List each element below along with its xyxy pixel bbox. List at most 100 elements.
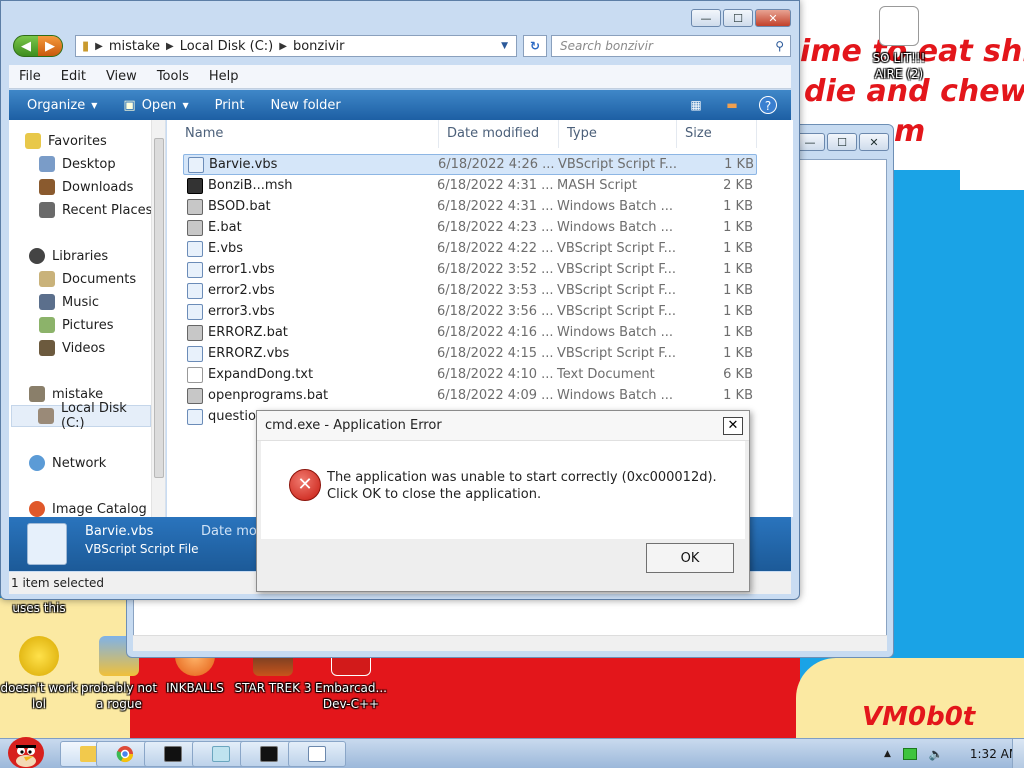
file-date: 6/18/2022 3:52 ... (437, 262, 554, 277)
print-button[interactable]: Print (215, 98, 245, 113)
menu-file[interactable]: File (19, 69, 41, 84)
file-date: 6/18/2022 3:56 ... (437, 304, 554, 319)
taskbar-window-button[interactable] (288, 741, 346, 767)
file-type: VBScript Script F... (557, 304, 677, 319)
file-row[interactable]: error3.vbs 6/18/2022 3:56 ... VBScript S… (183, 301, 757, 322)
file-type: VBScript Script F... (557, 346, 677, 361)
nav-videos[interactable]: Videos (39, 337, 165, 359)
downloads-icon (39, 179, 55, 195)
search-input[interactable] (560, 39, 760, 53)
file-size: 1 KB (723, 220, 753, 235)
file-row[interactable]: BonziB...msh 6/18/2022 4:31 ... MASH Scr… (183, 175, 757, 196)
chevron-right-icon[interactable]: ▶ (95, 41, 103, 52)
file-size: 1 KB (723, 388, 753, 403)
forward-arrow-icon[interactable]: ▶ (38, 36, 62, 56)
chevron-down-icon[interactable]: ▼ (501, 41, 508, 51)
column-name[interactable]: Name (167, 120, 439, 148)
file-row[interactable]: ExpandDong.txt 6/18/2022 4:10 ... Text D… (183, 364, 757, 385)
dialog-close-button[interactable]: ✕ (723, 417, 743, 435)
file-row[interactable]: E.vbs 6/18/2022 4:22 ... VBScript Script… (183, 238, 757, 259)
image-catalog-icon (29, 501, 45, 517)
minimize-button[interactable]: — (691, 9, 721, 27)
desktop-icon-so-lit[interactable]: SO LIT!!! AIRE (2) (860, 6, 938, 82)
nav-libraries[interactable]: Libraries (29, 245, 165, 267)
close-button[interactable]: ✕ (859, 133, 889, 151)
file-row[interactable]: BSOD.bat 6/18/2022 4:31 ... Windows Batc… (183, 196, 757, 217)
file-size: 1 KB (723, 241, 753, 256)
breadcrumb-item[interactable]: Local Disk (C:) (180, 39, 273, 54)
nav-downloads[interactable]: Downloads (39, 176, 165, 198)
navigation-scrollbar[interactable] (151, 120, 165, 517)
file-row[interactable]: ERRORZ.bat 6/18/2022 4:16 ... Windows Ba… (183, 322, 757, 343)
maximize-button[interactable]: ☐ (723, 9, 753, 27)
start-button[interactable] (4, 731, 48, 768)
nav-music[interactable]: Music (39, 291, 165, 313)
desktop-icon-label: probably not a rogue (80, 681, 158, 711)
file-type: VBScript Script F... (557, 262, 677, 277)
file-row[interactable]: error2.vbs 6/18/2022 3:53 ... VBScript S… (183, 280, 757, 301)
menu-tools[interactable]: Tools (157, 69, 189, 84)
pictures-icon (39, 317, 55, 333)
chevron-right-icon[interactable]: ▶ (166, 41, 174, 52)
desktop-icon-uses-this[interactable]: uses this (0, 600, 78, 616)
show-desktop-button[interactable] (1012, 739, 1024, 768)
taskbar: ▲ 🔈 1:32 AM (0, 737, 1024, 768)
back-arrow-icon[interactable]: ◀ (14, 36, 38, 56)
ok-button[interactable]: OK (646, 543, 734, 573)
refresh-button[interactable]: ↻ (523, 35, 547, 57)
change-view-icon[interactable]: ▦ (687, 96, 705, 114)
organize-button[interactable]: Organize ▼ (27, 98, 97, 113)
nav-label: Recent Places (62, 202, 153, 218)
nav-favorites[interactable]: Favorites (25, 130, 165, 152)
file-row[interactable]: Barvie.vbs 6/18/2022 4:26 ... VBScript S… (183, 154, 757, 175)
nav-desktop[interactable]: Desktop (39, 153, 165, 175)
file-row[interactable]: error1.vbs 6/18/2022 3:52 ... VBScript S… (183, 259, 757, 280)
desktop-icon-yahoo[interactable]: doesn't work lol (0, 636, 78, 712)
column-size[interactable]: Size (677, 120, 757, 148)
nav-local-disk[interactable]: Local Disk (C:) (11, 401, 151, 431)
chevron-right-icon[interactable]: ▶ (279, 41, 287, 52)
network-tray-icon[interactable] (902, 748, 917, 760)
vbs-file-large-icon (27, 523, 67, 565)
close-button[interactable]: ✕ (755, 9, 791, 27)
nav-recent-places[interactable]: Recent Places (39, 199, 165, 221)
application-error-dialog[interactable]: cmd.exe - Application Error ✕ ✕ The appl… (256, 410, 750, 592)
command-bar: Organize ▼ ▣ Open ▼ Print New folder ▦ ▬… (9, 90, 791, 120)
column-headers: Name Date modified Type Size (167, 120, 793, 148)
explorer-window-icon (308, 746, 326, 762)
preview-pane-icon[interactable]: ▬ (723, 96, 741, 114)
search-icon[interactable]: ⚲ (775, 39, 784, 53)
menu-help[interactable]: Help (209, 69, 239, 84)
vbs-file-icon (187, 261, 203, 278)
file-row[interactable]: E.bat 6/18/2022 4:23 ... Windows Batch .… (183, 217, 757, 238)
folder-icon: ▮ (82, 38, 90, 54)
file-row[interactable]: openprograms.bat 6/18/2022 4:09 ... Wind… (183, 385, 757, 406)
column-date-modified[interactable]: Date modified (439, 120, 559, 148)
file-name: error2.vbs (208, 283, 275, 298)
search-box[interactable]: ⚲ (551, 35, 791, 57)
new-folder-button[interactable]: New folder (271, 98, 341, 113)
desktop-icon-label: uses this (12, 601, 66, 615)
help-icon[interactable]: ? (759, 96, 777, 114)
horizontal-scrollbar[interactable] (133, 635, 887, 651)
column-type[interactable]: Type (559, 120, 677, 148)
file-date: 6/18/2022 4:23 ... (437, 220, 554, 235)
scrollbar-thumb[interactable] (154, 138, 164, 478)
file-row[interactable]: ERRORZ.vbs 6/18/2022 4:15 ... VBScript S… (183, 343, 757, 364)
nav-image-catalog[interactable]: Image Catalog (29, 498, 165, 517)
breadcrumb-item[interactable]: bonzivir (293, 39, 345, 54)
open-button[interactable]: ▣ Open ▼ (123, 98, 188, 113)
menu-edit[interactable]: Edit (61, 69, 86, 84)
volume-icon[interactable]: 🔈 (929, 747, 944, 761)
nav-network[interactable]: Network (29, 452, 165, 474)
show-hidden-icons-icon[interactable]: ▲ (884, 749, 891, 759)
nav-documents[interactable]: Documents (39, 268, 165, 290)
navigation-pane: Favorites Desktop Downloads Recent Place… (9, 120, 166, 517)
nav-pictures[interactable]: Pictures (39, 314, 165, 336)
address-bar[interactable]: ▮ ▶ mistake ▶ Local Disk (C:) ▶ bonzivir… (75, 35, 517, 57)
menu-view[interactable]: View (106, 69, 137, 84)
breadcrumb-item[interactable]: mistake (109, 39, 160, 54)
file-name: BonziB...msh (208, 178, 293, 193)
vbs-file-icon (187, 282, 203, 299)
maximize-button[interactable]: ☐ (827, 133, 857, 151)
